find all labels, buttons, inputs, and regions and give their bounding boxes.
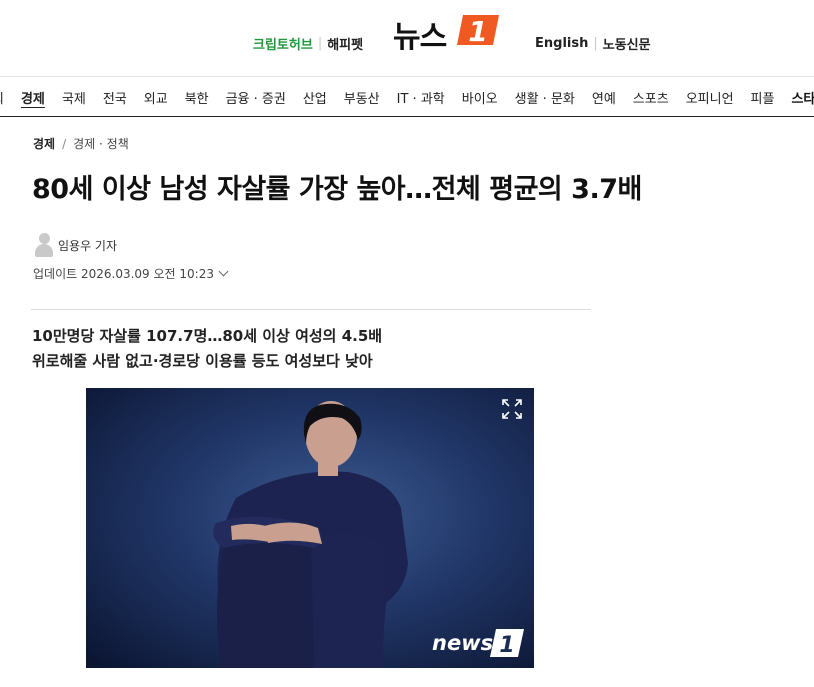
nav-item-north-korea[interactable]: 북한 — [185, 88, 209, 107]
breadcrumb-separator: / — [62, 136, 67, 151]
happypet-link[interactable]: 해피펫 — [327, 34, 363, 53]
family-links: 크립토허브 | 해피펫 — [253, 34, 363, 53]
watermark-text: news — [432, 631, 493, 655]
nav-item-society[interactable]: 회 — [0, 88, 4, 107]
nav-item-industry[interactable]: 산업 — [303, 88, 327, 107]
article-headline: 80세 이상 남성 자살률 가장 높아…전체 평균의 3.7배 — [32, 174, 642, 205]
byline: 임용우 기자 — [34, 233, 117, 257]
reporter-avatar-icon — [34, 233, 54, 257]
update-timestamp[interactable]: 업데이트 2026.03.09 오전 10:23 — [33, 265, 229, 282]
logo-text: 뉴스 — [393, 20, 447, 55]
logo-badge-icon: 1 — [457, 15, 499, 48]
news1-watermark: news 1 — [432, 629, 524, 658]
breadcrumb: 경제 / 경제 · 정책 — [33, 135, 129, 152]
separator: | — [593, 36, 598, 51]
nav-item-international[interactable]: 국제 — [62, 88, 86, 107]
nav-item-real-estate[interactable]: 부동산 — [344, 88, 380, 107]
nav-item-people[interactable]: 피플 — [751, 88, 775, 107]
breadcrumb-section[interactable]: 경제 — [33, 135, 55, 152]
english-link[interactable]: English — [535, 36, 588, 51]
subtitle-line: 위로해줄 사람 없고·경로당 이용률 등도 여성보다 낮아 — [32, 352, 373, 370]
update-text: 업데이트 2026.03.09 오전 10:23 — [33, 267, 214, 281]
nav-list: 회 경제 국제 전국 외교 북한 금융 · 증권 산업 부동산 IT · 과학 … — [0, 77, 814, 116]
nav-item-entertainment[interactable]: 연예 — [592, 88, 616, 107]
nodong-link[interactable]: 노동신문 — [603, 34, 651, 53]
nav-item-finance[interactable]: 금융 · 증권 — [226, 88, 286, 107]
nav-item-sports[interactable]: 스포츠 — [633, 88, 669, 107]
nav-item-diplomacy[interactable]: 외교 — [144, 88, 168, 107]
nav-item-star-pick[interactable]: 스타픽 — [791, 88, 814, 107]
nav-item-life-culture[interactable]: 생활 · 문화 — [515, 88, 575, 107]
expand-icon[interactable] — [501, 398, 523, 420]
nav-item-economy[interactable]: 경제 — [21, 88, 45, 107]
language-links: English | 노동신문 — [535, 34, 651, 53]
watermark-badge-text: 1 — [499, 633, 514, 658]
separator: | — [317, 36, 323, 51]
chevron-down-icon — [218, 266, 229, 277]
category-nav: 회 경제 국제 전국 외교 북한 금융 · 증권 산업 부동산 IT · 과학 … — [0, 76, 814, 117]
subtitle-line: 10만명당 자살률 107.7명…80세 이상 여성의 4.5배 — [32, 327, 383, 345]
divider — [31, 309, 591, 310]
nav-item-bio[interactable]: 바이오 — [462, 88, 498, 107]
nav-item-it-science[interactable]: IT · 과학 — [397, 88, 445, 107]
crypto-hub-link[interactable]: 크립토허브 — [253, 34, 313, 53]
news1-logo[interactable]: 뉴스 1 — [393, 8, 508, 55]
breadcrumb-subsection[interactable]: 경제 · 정책 — [73, 135, 129, 152]
reporter-name[interactable]: 임용우 기자 — [58, 237, 117, 254]
site-header: 크립토허브 | 해피펫 뉴스 1 English | 노동신문 — [0, 0, 814, 76]
nav-item-national[interactable]: 전국 — [103, 88, 127, 107]
star-label: 스타 — [791, 91, 814, 107]
nav-item-opinion[interactable]: 오피니언 — [686, 88, 734, 107]
logo-badge-text: 1 — [468, 15, 487, 48]
article-subtitles: 10만명당 자살률 107.7명…80세 이상 여성의 4.5배 위로해줄 사람… — [32, 324, 382, 374]
